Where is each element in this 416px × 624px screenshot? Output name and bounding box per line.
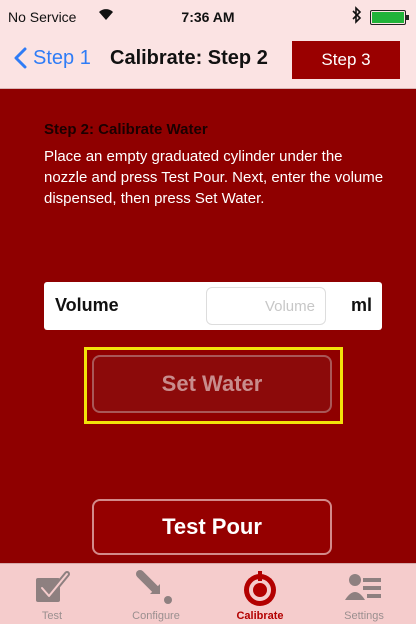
volume-row: Volume ml	[44, 282, 382, 330]
status-bar: No Service 7:36 AM	[0, 0, 416, 34]
volume-input[interactable]	[206, 287, 326, 325]
navigation-bar: Step 1 Calibrate: Step 2 Step 3	[0, 34, 416, 89]
page-title: Calibrate: Step 2	[110, 47, 268, 69]
back-button[interactable]: Step 1	[14, 47, 91, 70]
calibrate-icon	[244, 571, 276, 606]
tab-settings-label: Settings	[344, 610, 384, 622]
step-heading: Step 2: Calibrate Water	[44, 121, 208, 138]
volume-label: Volume	[55, 295, 119, 315]
tab-configure-label: Configure	[132, 610, 180, 622]
volume-unit: ml	[350, 295, 372, 315]
chevron-left-icon	[14, 47, 27, 70]
tab-configure[interactable]: Configure	[104, 564, 208, 624]
tab-settings[interactable]: Settings	[312, 564, 416, 624]
battery-icon	[370, 10, 409, 25]
back-button-label: Step 1	[33, 47, 91, 69]
test-pour-button[interactable]: Test Pour	[92, 499, 332, 555]
bluetooth-icon	[352, 6, 362, 27]
tab-bar: Test Configure Calibrate Settings	[0, 563, 416, 624]
set-water-button[interactable]: Set Water	[92, 355, 332, 413]
next-step-button[interactable]: Step 3	[292, 41, 400, 79]
tab-calibrate[interactable]: Calibrate	[208, 564, 312, 624]
checkmark-icon	[36, 571, 70, 602]
configure-icon	[136, 570, 172, 604]
tab-test-label: Test	[41, 610, 63, 622]
tab-calibrate-label: Calibrate	[236, 610, 284, 622]
instructions-text: Place an empty graduated cylinder under …	[44, 148, 384, 207]
calibration-panel: Step 2: Calibrate Water Place an empty g…	[0, 89, 416, 563]
tab-test[interactable]: Test	[0, 564, 104, 624]
settings-icon	[345, 574, 381, 600]
